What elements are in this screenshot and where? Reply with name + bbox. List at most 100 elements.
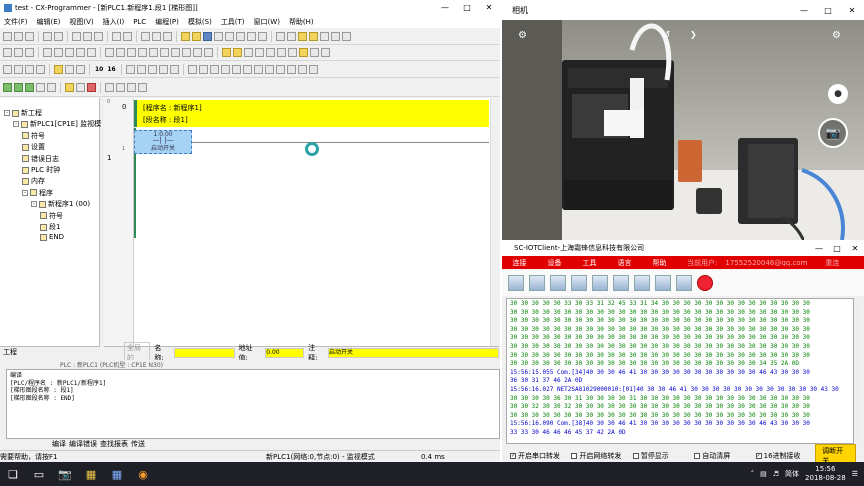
decimal-toggle[interactable]: 10: [94, 66, 104, 73]
input-language[interactable]: 简体: [785, 469, 799, 479]
menu-file[interactable]: 文件(F): [4, 17, 28, 27]
misc-f-icon[interactable]: [65, 83, 74, 92]
new-file-icon[interactable]: [3, 32, 12, 41]
open-icon[interactable]: [14, 32, 23, 41]
sim-b-icon[interactable]: [198, 65, 208, 74]
replace-icon[interactable]: [152, 32, 161, 41]
menu-edit[interactable]: 编辑(E): [37, 17, 61, 27]
sim-step-out-icon[interactable]: [275, 65, 285, 74]
cam-switch-icon[interactable]: ↺: [662, 30, 670, 41]
log-scrollbar[interactable]: [854, 298, 862, 444]
tree-toggle-icon[interactable]: -: [13, 121, 19, 128]
tool-b-icon[interactable]: [287, 32, 296, 41]
table-icon[interactable]: [87, 48, 96, 57]
ladder-scrollbar[interactable]: [490, 98, 499, 346]
tree-node[interactable]: - 新工程: [4, 108, 42, 118]
cancel-force-icon[interactable]: [76, 65, 85, 74]
sim-pause-icon[interactable]: [242, 65, 252, 74]
force-on-icon[interactable]: [54, 65, 63, 74]
save-icon[interactable]: [25, 32, 34, 41]
tool-c-icon[interactable]: [298, 32, 307, 41]
tree-tab-project[interactable]: 工程: [0, 346, 100, 358]
sim-step-icon[interactable]: [253, 65, 263, 74]
warning-icon[interactable]: [181, 32, 190, 41]
misc-k-icon[interactable]: [127, 83, 136, 92]
minimize-icon[interactable]: —: [434, 3, 456, 12]
misc-d-icon[interactable]: [36, 83, 45, 92]
comment-icon[interactable]: [54, 48, 63, 57]
edit-e-icon[interactable]: [266, 48, 275, 57]
misc-e-icon[interactable]: [47, 83, 56, 92]
name-field[interactable]: [174, 348, 235, 358]
tree-node[interactable]: - 程序: [22, 188, 53, 198]
volume-icon[interactable]: ♬: [773, 470, 779, 478]
option-checkbox[interactable]: 开启网络转发: [571, 451, 632, 461]
misc-b-icon[interactable]: [14, 83, 23, 92]
comment-field[interactable]: 启动开关: [328, 348, 499, 358]
network-icon[interactable]: ▤: [760, 470, 767, 478]
contact-or-icon[interactable]: [138, 48, 147, 57]
menu-help[interactable]: 帮助(H): [289, 17, 314, 27]
section-icon[interactable]: [14, 65, 23, 74]
tree-toggle-icon[interactable]: -: [31, 201, 37, 208]
sim-break-icon[interactable]: [297, 65, 307, 74]
checkbox-box[interactable]: ✓: [510, 452, 516, 459]
option-checkbox[interactable]: ✓ 开启串口转发: [510, 451, 571, 461]
zoom-fit-icon[interactable]: [25, 48, 34, 57]
tree-node[interactable]: 符号: [40, 211, 63, 221]
print-icon[interactable]: [43, 32, 52, 41]
edit-g-icon[interactable]: [288, 48, 297, 57]
edit-i-icon[interactable]: [310, 48, 319, 57]
camera-app-icon[interactable]: 📷: [52, 462, 78, 486]
option-checkbox[interactable]: 暂停显示: [632, 451, 694, 461]
tree-node[interactable]: PLC 时钟: [22, 165, 60, 175]
sc-chart-icon[interactable]: [592, 275, 608, 291]
online-edit-icon[interactable]: [147, 65, 157, 74]
notification-icon[interactable]: ☰: [852, 470, 858, 478]
reconnect-link[interactable]: 重连: [825, 258, 839, 268]
zoom-in-icon[interactable]: [3, 48, 12, 57]
cut-icon[interactable]: [72, 32, 81, 41]
upload-icon[interactable]: [225, 32, 234, 41]
cam-maximize-icon[interactable]: □: [816, 6, 840, 15]
sc-upload-icon[interactable]: [550, 275, 566, 291]
sc-menu-connect[interactable]: 连接: [502, 258, 537, 268]
program-header-rung[interactable]: [程序名 : 新程序1] [段名称 : 段1]: [134, 100, 489, 127]
sc-menu-help[interactable]: 帮助: [642, 258, 677, 268]
checkbox-box[interactable]: [632, 452, 639, 459]
tab-compile-errors[interactable]: 编译错误: [69, 439, 97, 449]
sim-clear-icon[interactable]: [308, 65, 318, 74]
cam-settings-left-icon[interactable]: ⚙: [518, 30, 527, 41]
rung-icon[interactable]: [3, 65, 12, 74]
line-h-icon[interactable]: [171, 48, 180, 57]
tree-node[interactable]: - 新PLC1[CP1E] 监视模: [13, 119, 101, 129]
sim-c-icon[interactable]: [209, 65, 219, 74]
contact-no-icon[interactable]: [116, 48, 125, 57]
sc-print-icon[interactable]: [655, 275, 671, 291]
copy-icon[interactable]: [83, 32, 92, 41]
edit-a-icon[interactable]: [222, 48, 231, 57]
tool-d-icon[interactable]: [309, 32, 318, 41]
sc-settings-icon[interactable]: [613, 275, 629, 291]
sc-minimize-icon[interactable]: —: [810, 244, 828, 253]
clock[interactable]: 15:56 2018-08-28: [805, 465, 846, 483]
misc-l-icon[interactable]: [138, 83, 147, 92]
find-icon[interactable]: [141, 32, 150, 41]
redo-icon[interactable]: [123, 32, 132, 41]
tree-toggle-icon[interactable]: -: [22, 189, 28, 196]
option-checkbox[interactable]: ✓ 16进制接收: [755, 451, 815, 461]
force-off-icon[interactable]: [65, 65, 74, 74]
address-field[interactable]: 0.00: [265, 348, 305, 358]
help-icon[interactable]: [163, 32, 172, 41]
cx-taskbar-icon[interactable]: ▦: [104, 462, 130, 486]
run-icon[interactable]: [247, 32, 256, 41]
paste-icon[interactable]: [94, 32, 103, 41]
sc-maximize-icon[interactable]: □: [828, 244, 846, 253]
cam-close-icon[interactable]: ✕: [840, 6, 864, 15]
edit-d-icon[interactable]: [255, 48, 264, 57]
menu-program[interactable]: 编程(P): [155, 17, 179, 27]
tab-compile[interactable]: 编译: [52, 439, 66, 449]
monitor-icon[interactable]: [203, 32, 212, 41]
sc-menu-language[interactable]: 语言: [607, 258, 642, 268]
coil-icon[interactable]: [182, 48, 191, 57]
